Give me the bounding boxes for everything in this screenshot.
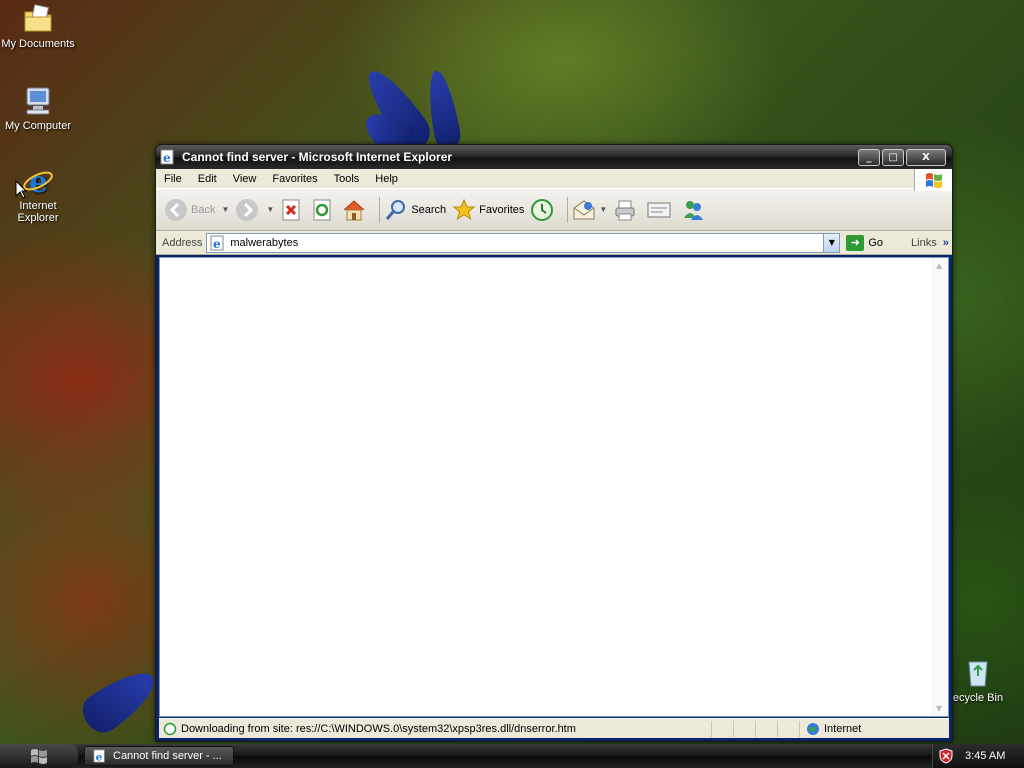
home-icon [343, 199, 365, 220]
vertical-scrollbar[interactable]: ▲ ▼ [932, 258, 948, 716]
forward-arrow-icon [236, 198, 259, 221]
history-icon [531, 198, 554, 221]
svg-text:e: e [29, 165, 48, 198]
folder-document-icon [24, 4, 52, 32]
home-button[interactable] [342, 198, 369, 222]
mail-dropdown-icon[interactable]: ▼ [599, 205, 607, 214]
refresh-button[interactable] [311, 198, 336, 222]
taskbar-item-label: Cannot find server - ... [113, 750, 222, 762]
zone-label: Internet [824, 722, 862, 735]
back-arrow-icon [165, 198, 187, 221]
status-bar: Downloading from site: res://C:\WINDOWS.… [159, 718, 949, 738]
windows-logo-icon [914, 169, 952, 191]
links-label: Links [911, 236, 937, 249]
svg-text:e: e [163, 151, 171, 165]
stop-button[interactable] [280, 198, 305, 222]
status-cell [733, 720, 755, 737]
status-text: Downloading from site: res://C:\WINDOWS.… [181, 722, 576, 735]
favorites-button[interactable]: Favorites [452, 198, 524, 222]
menu-file[interactable]: File [156, 173, 190, 185]
stop-icon [282, 199, 300, 220]
back-button[interactable]: Back ▼ [164, 198, 229, 222]
status-cell [755, 720, 777, 737]
address-input[interactable]: e malwerabytes ▼ [206, 232, 841, 253]
computer-icon [26, 87, 50, 115]
go-label: Go [868, 236, 884, 249]
desktop-icon-my-computer[interactable]: My Computer [0, 84, 76, 132]
chevron-right-icon[interactable]: » [943, 237, 949, 249]
recycle-bin-icon [968, 661, 988, 687]
search-icon [386, 199, 406, 220]
desktop-icon-label: My Documents [1, 38, 75, 50]
back-dropdown-icon[interactable]: ▼ [221, 205, 229, 214]
security-shield-icon[interactable] [939, 748, 953, 764]
globe-icon [807, 722, 819, 735]
star-icon [452, 198, 476, 220]
links-button[interactable]: Links » [911, 237, 949, 249]
go-arrow-icon: ➜ [846, 234, 865, 251]
ie-page-icon: e [93, 749, 105, 763]
svg-text:e: e [213, 237, 221, 251]
toolbar-separator [567, 196, 569, 223]
edit-page-icon [647, 202, 671, 217]
history-button[interactable] [530, 198, 557, 222]
desktop-icon-label: Internet Explorer [17, 200, 59, 224]
maximize-button[interactable]: □ [882, 148, 904, 166]
desktop-icon-my-documents[interactable]: My Documents [0, 2, 76, 50]
favorites-label: Favorites [479, 203, 525, 216]
search-button[interactable]: Search [384, 198, 446, 222]
clock[interactable]: 3:45 AM [965, 750, 1005, 762]
status-message: Downloading from site: res://C:\WINDOWS.… [159, 722, 711, 736]
messenger-icon [684, 200, 704, 220]
search-label: Search [411, 203, 447, 216]
close-button[interactable]: X [906, 148, 946, 166]
menu-edit[interactable]: Edit [190, 173, 225, 185]
standard-toolbar: Back ▼ ▼ Search Favorites ▼ [156, 189, 952, 231]
internet-explorer-window[interactable]: e Cannot find server - Microsoft Interne… [155, 144, 953, 742]
forward-dropdown-icon[interactable]: ▼ [266, 205, 274, 214]
mail-icon [573, 199, 595, 219]
scroll-down-icon[interactable]: ▼ [936, 704, 942, 713]
address-dropdown-icon[interactable]: ▼ [823, 233, 840, 252]
mouse-cursor-icon [15, 180, 27, 199]
edit-button[interactable] [646, 198, 675, 222]
menu-bar: File Edit View Favorites Tools Help [156, 169, 952, 191]
toolbar-separator [379, 196, 381, 223]
start-button[interactable] [0, 744, 78, 768]
mail-button[interactable]: ▼ [572, 198, 607, 222]
messenger-button[interactable] [681, 198, 708, 222]
address-bar: Address e malwerabytes ▼ ➜ Go Links » [156, 231, 952, 255]
refresh-icon [313, 199, 331, 220]
back-label: Back [191, 203, 216, 216]
status-cell [777, 720, 799, 737]
svg-text:e: e [96, 751, 103, 763]
ie-page-icon: e [210, 235, 224, 251]
window-title: Cannot find server - Microsoft Internet … [182, 150, 453, 164]
menu-help[interactable]: Help [367, 173, 406, 185]
forward-button[interactable]: ▼ [235, 198, 274, 222]
desktop-icon-label: My Computer [4, 120, 72, 132]
desktop-icon-label: ecycle Bin [952, 692, 1004, 704]
address-label: Address [162, 236, 203, 249]
status-cell [711, 720, 733, 737]
loading-icon [163, 722, 177, 735]
taskbar: e Cannot find server - ... 3:45 AM [0, 744, 1024, 768]
ie-page-icon: e [160, 149, 174, 165]
taskbar-item-ie[interactable]: e Cannot find server - ... [84, 746, 234, 766]
minimize-button[interactable]: _ [858, 148, 880, 166]
title-bar[interactable]: e Cannot find server - Microsoft Interne… [156, 145, 952, 169]
desktop-icon-internet-explorer[interactable]: e Internet Explorer [0, 164, 76, 224]
print-button[interactable] [613, 198, 640, 222]
security-zone[interactable]: Internet [799, 720, 949, 737]
printer-icon [615, 200, 635, 220]
go-button[interactable]: ➜ Go [846, 234, 884, 251]
system-tray: 3:45 AM [932, 744, 1024, 768]
scroll-up-icon[interactable]: ▲ [936, 261, 942, 270]
windows-logo-icon [31, 749, 47, 764]
menu-tools[interactable]: Tools [326, 173, 368, 185]
menu-view[interactable]: View [225, 173, 265, 185]
page-content[interactable]: ▲ ▼ [159, 257, 949, 717]
address-value: malwerabytes [230, 236, 299, 249]
menu-favorites[interactable]: Favorites [264, 173, 325, 185]
